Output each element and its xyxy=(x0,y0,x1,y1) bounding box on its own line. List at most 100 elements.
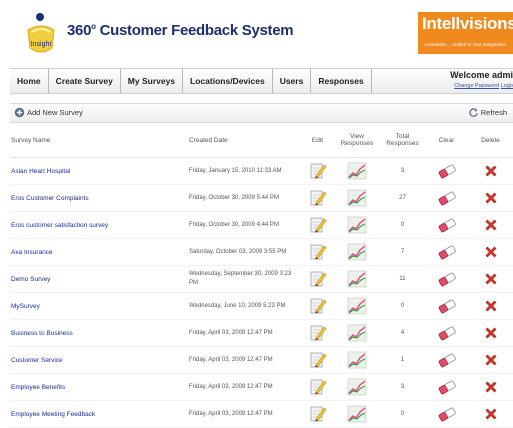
total-responses: 0 xyxy=(380,400,425,428)
add-new-survey-button[interactable]: Add New Survey xyxy=(14,107,83,118)
col-header-survey-name[interactable]: Survey Name xyxy=(10,123,188,158)
clear-cell xyxy=(425,292,468,320)
total-responses: 11 xyxy=(380,265,425,293)
delete-icon[interactable] xyxy=(483,406,499,422)
eraser-icon[interactable] xyxy=(437,163,457,179)
table-row: Eros customer satisfaction survey Friday,… xyxy=(10,211,513,239)
chart-icon[interactable] xyxy=(347,297,367,315)
chart-icon[interactable] xyxy=(347,216,367,234)
chart-icon[interactable] xyxy=(347,189,367,207)
delete-icon[interactable] xyxy=(483,217,499,233)
survey-name-link[interactable]: Demo Survey xyxy=(10,265,188,293)
eraser-icon[interactable] xyxy=(437,271,457,287)
survey-name-link[interactable]: Customer Service xyxy=(10,346,188,374)
survey-name-link[interactable]: Eros customer satisfaction survey xyxy=(10,211,188,239)
delete-cell xyxy=(468,184,513,212)
nav-item-home[interactable]: Home xyxy=(10,69,49,93)
eraser-icon[interactable] xyxy=(437,298,457,314)
clear-cell xyxy=(425,400,468,428)
created-date: Friday, April 03, 2009 12:47 PM xyxy=(188,319,301,347)
col-header-edit: Edit xyxy=(301,123,334,158)
col-header-view-responses: View Responses xyxy=(334,123,380,158)
col-header-clear: Clear xyxy=(425,123,468,158)
total-responses: 3 xyxy=(380,157,425,185)
refresh-button[interactable]: Refresh xyxy=(468,107,507,118)
col-header-created-date[interactable]: Created Date xyxy=(188,123,301,158)
chart-icon[interactable] xyxy=(347,243,367,261)
view-responses-cell xyxy=(334,238,380,266)
view-responses-cell xyxy=(334,292,380,320)
edit-icon[interactable] xyxy=(308,404,328,424)
survey-name-link[interactable]: Employee Meeting Feedback xyxy=(10,400,188,428)
edit-icon[interactable] xyxy=(308,296,328,316)
delete-icon[interactable] xyxy=(483,271,499,287)
edit-icon[interactable] xyxy=(308,242,328,262)
delete-icon[interactable] xyxy=(483,298,499,314)
edit-cell xyxy=(301,400,334,428)
brand-tagline: Automation... Limited to Your Imaginatio… xyxy=(424,42,507,47)
created-date: Friday, January 15, 2010 11:33 AM xyxy=(188,157,301,185)
total-responses: 27 xyxy=(380,184,425,212)
delete-icon[interactable] xyxy=(483,163,499,179)
survey-name-link[interactable]: Business to Business xyxy=(10,319,188,347)
table-row: Employee Benefits Friday, April 03, 2009 … xyxy=(10,373,513,401)
survey-name-link[interactable]: MySurvey xyxy=(10,292,188,320)
eraser-icon[interactable] xyxy=(437,406,457,422)
view-responses-cell xyxy=(334,211,380,239)
table-row: MySurvey Wednesday, June 10, 2009 5:23 PM… xyxy=(10,292,513,320)
chart-icon[interactable] xyxy=(347,270,367,288)
delete-cell xyxy=(468,400,513,428)
chart-icon[interactable] xyxy=(347,162,367,180)
main-nav: Home Create Survey My Surveys Locations/Dev… xyxy=(10,68,513,94)
chart-icon[interactable] xyxy=(347,405,367,423)
delete-cell xyxy=(468,292,513,320)
nav-item-my-surveys[interactable]: My Surveys xyxy=(121,69,184,93)
logout-link[interactable]: Logo xyxy=(501,83,513,89)
clear-cell xyxy=(425,157,468,185)
chart-icon[interactable] xyxy=(347,351,367,369)
survey-name-link[interactable]: Employee Benefits xyxy=(10,373,188,401)
delete-icon[interactable] xyxy=(483,325,499,341)
eraser-icon[interactable] xyxy=(437,325,457,341)
edit-icon[interactable] xyxy=(308,269,328,289)
delete-icon[interactable] xyxy=(483,244,499,260)
edit-icon[interactable] xyxy=(308,161,328,181)
delete-icon[interactable] xyxy=(483,352,499,368)
survey-name-link[interactable]: Asian Heart Hospital xyxy=(10,157,188,185)
edit-icon[interactable] xyxy=(308,350,328,370)
survey-table: Survey Name Created Date Edit View Respo… xyxy=(10,123,513,428)
edit-cell xyxy=(301,184,334,212)
survey-name-link[interactable]: Eros Customer Complaints xyxy=(10,184,188,212)
eraser-icon[interactable] xyxy=(437,244,457,260)
edit-icon[interactable] xyxy=(308,215,328,235)
eraser-icon[interactable] xyxy=(437,217,457,233)
eraser-icon[interactable] xyxy=(437,190,457,206)
eraser-icon[interactable] xyxy=(437,379,457,395)
change-password-link[interactable]: Change Password xyxy=(454,83,499,89)
intellvisions-logo: Intellvisions Automation... Limited to Y… xyxy=(418,12,513,54)
view-responses-cell xyxy=(334,184,380,212)
nav-item-create-survey[interactable]: Create Survey xyxy=(49,69,121,93)
total-responses: 1 xyxy=(380,346,425,374)
col-header-total-responses: Total Responses xyxy=(380,123,425,158)
eraser-icon[interactable] xyxy=(437,352,457,368)
nav-item-users[interactable]: Users xyxy=(273,69,312,93)
edit-icon[interactable] xyxy=(308,188,328,208)
delete-icon[interactable] xyxy=(483,379,499,395)
chart-icon[interactable] xyxy=(347,324,367,342)
delete-cell xyxy=(468,265,513,293)
view-responses-cell xyxy=(334,346,380,374)
nav-item-locations-devices[interactable]: Locations/Devices xyxy=(183,69,273,93)
nav-item-responses[interactable]: Responses xyxy=(311,69,372,93)
total-responses: 0 xyxy=(380,292,425,320)
edit-cell xyxy=(301,346,334,374)
survey-toolbar: Add New Survey Refresh xyxy=(10,103,513,123)
delete-cell xyxy=(468,319,513,347)
col-header-delete: Delete xyxy=(468,123,513,158)
delete-cell xyxy=(468,157,513,185)
chart-icon[interactable] xyxy=(347,378,367,396)
edit-icon[interactable] xyxy=(308,323,328,343)
delete-icon[interactable] xyxy=(483,190,499,206)
survey-name-link[interactable]: Axa Insurance xyxy=(10,238,188,266)
edit-icon[interactable] xyxy=(308,377,328,397)
